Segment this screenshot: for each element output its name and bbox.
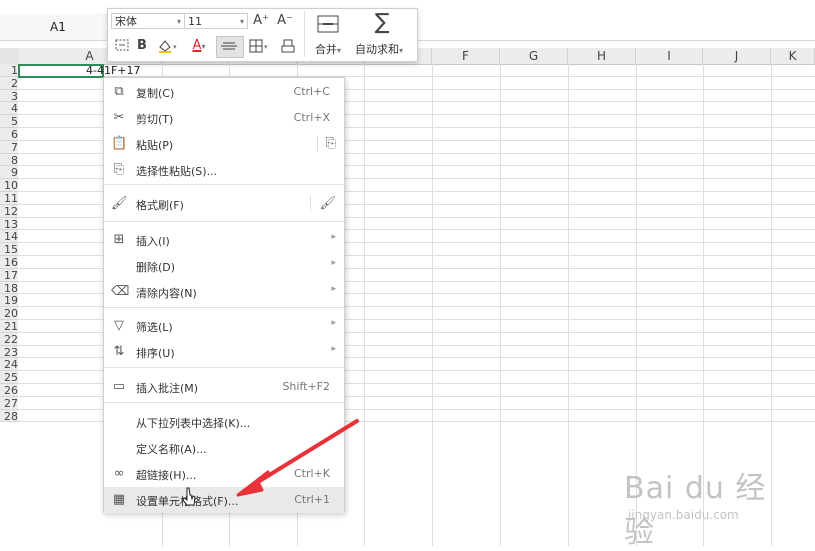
watermark-site: jingyan.baidu.com <box>628 508 739 522</box>
baidu-watermark: Bai du 经验 jingyan.baidu.com <box>624 463 794 550</box>
mouse-cursor-icon <box>182 487 196 506</box>
watermark-brand: Bai du 经验 <box>624 471 767 550</box>
